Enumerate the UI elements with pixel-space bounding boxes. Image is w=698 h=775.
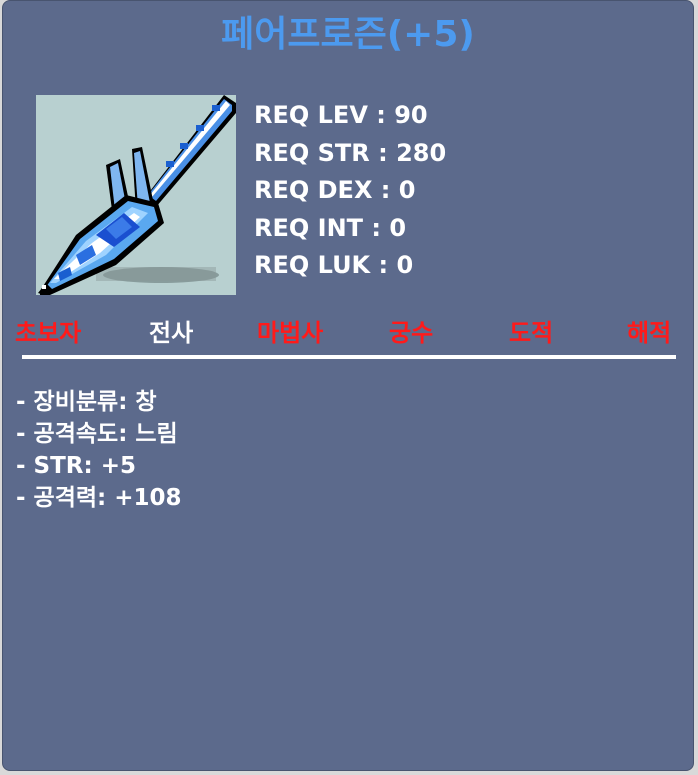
requirement-list: REQ LEV : 90 REQ STR : 280 REQ DEX : 0 R…: [254, 97, 446, 285]
job-beginner: 초보자: [15, 319, 82, 347]
req-dex: REQ DEX : 0: [254, 176, 416, 204]
stat-weapon-type: - 장비분류: 창: [16, 389, 157, 415]
stat-attack: - 공격력: +108: [16, 485, 182, 511]
job-pirate: 해적: [627, 319, 672, 347]
stat-attack-speed: - 공격속도: 느림: [16, 421, 178, 447]
item-icon-frame: [36, 95, 236, 295]
req-str: REQ STR : 280: [254, 138, 447, 167]
job-restrictions: 초보자 전사 마법사 궁수 도적 해적: [13, 313, 679, 349]
req-level: REQ LEV : 90: [254, 101, 428, 129]
job-bowman: 궁수: [389, 319, 434, 347]
req-int: REQ INT : 0: [254, 213, 407, 242]
divider: [22, 355, 676, 359]
job-warrior: 전사: [149, 319, 194, 347]
item-stats: - 장비분류: 창 - 공격속도: 느림 - STR: +5 - 공격력: +1…: [16, 386, 182, 514]
frozen-spear-icon: [38, 95, 236, 295]
stat-str: - STR: +5: [16, 453, 136, 479]
req-luk: REQ LUK : 0: [254, 251, 414, 279]
item-name: 페어프로즌(+5): [221, 14, 475, 55]
job-thief: 도적: [509, 319, 554, 347]
item-tooltip: 페어프로즌(+5) REQ LEV: 90 REQ STR: 280 REQ…: [2, 0, 694, 771]
job-magician: 마법사: [257, 319, 324, 347]
